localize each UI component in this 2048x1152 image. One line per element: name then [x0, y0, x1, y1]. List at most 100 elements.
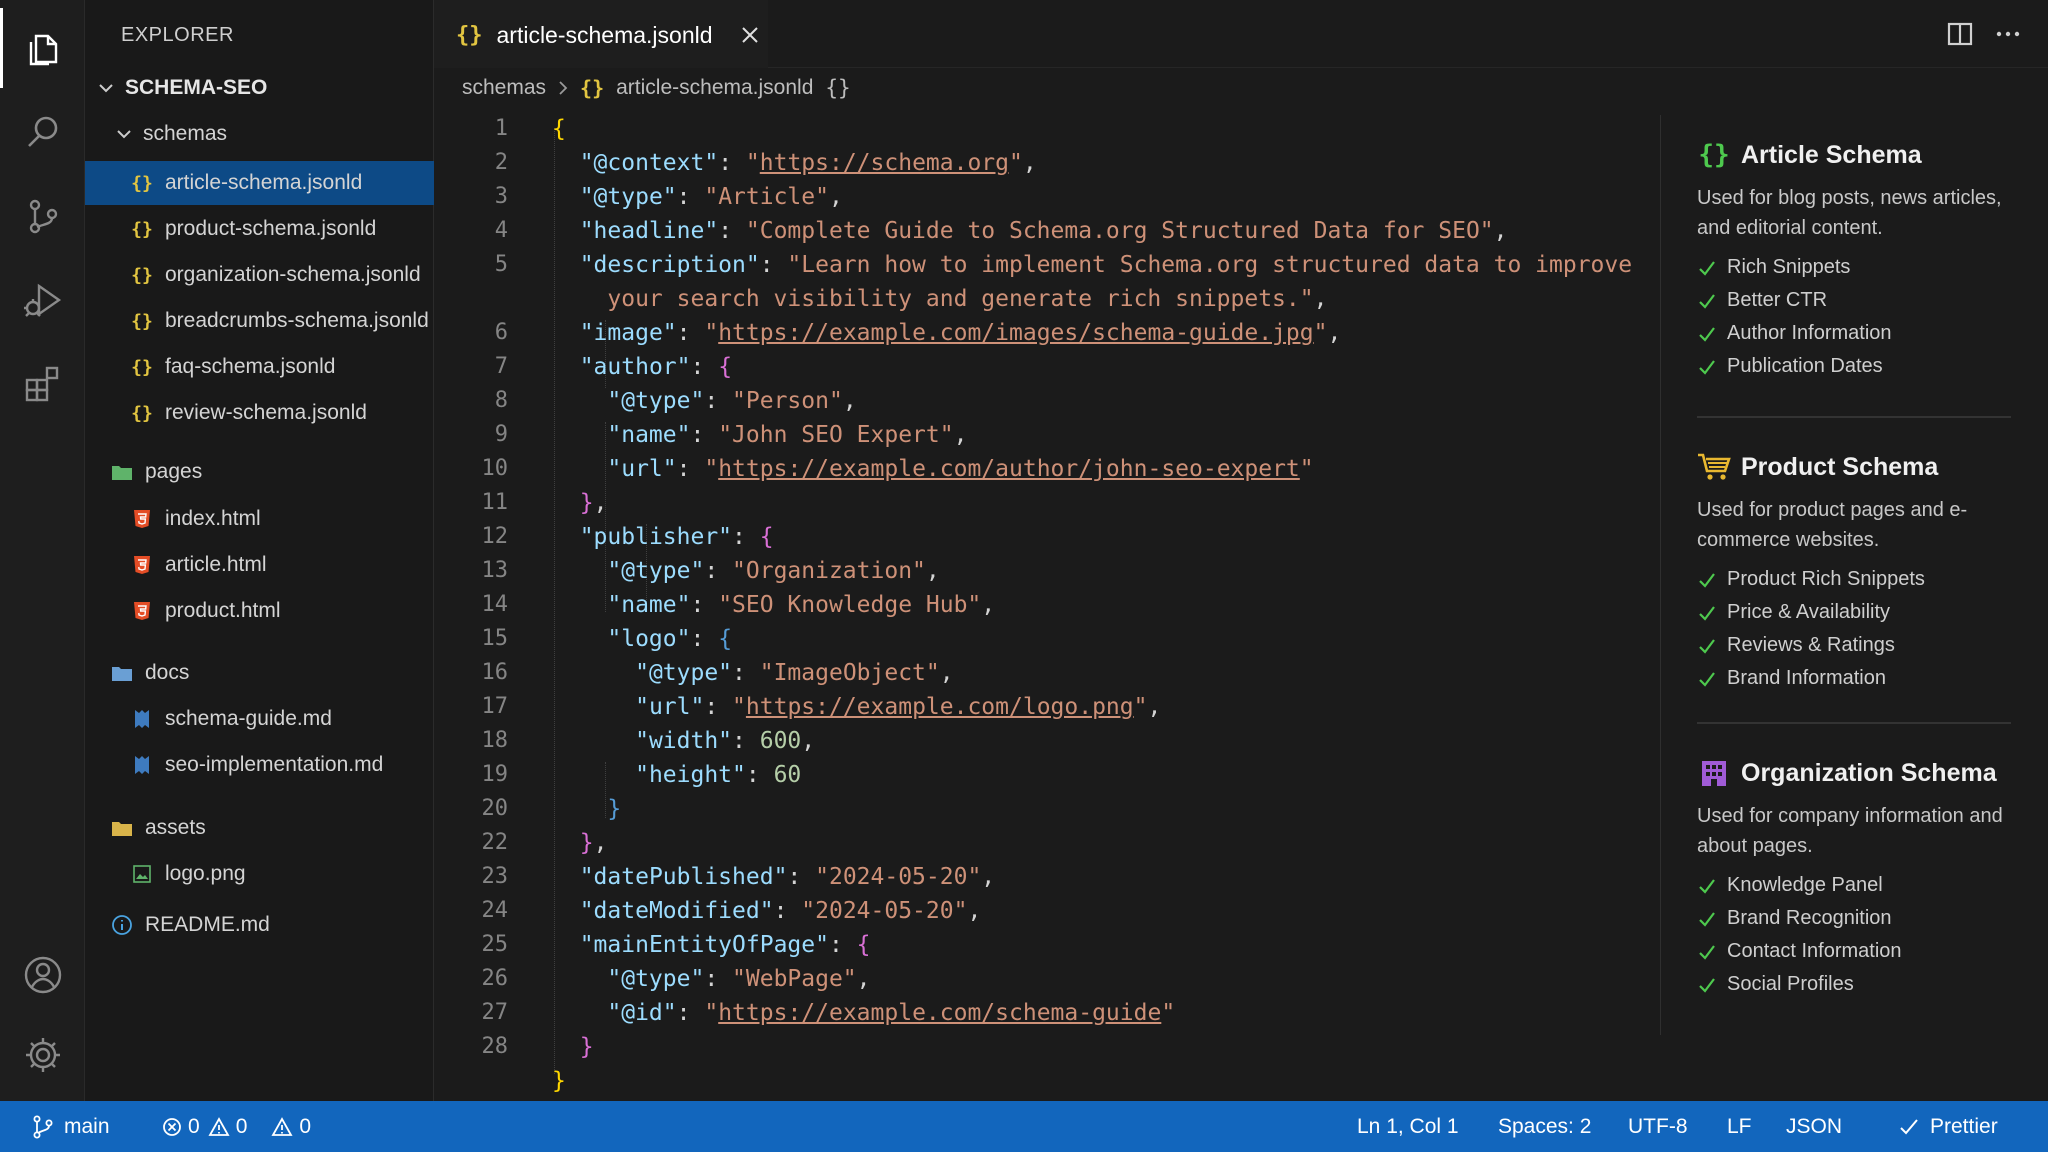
folder-pages[interactable]: pages: [85, 450, 434, 494]
card-article-schema: {} Article Schema Used for blog posts, n…: [1697, 137, 2011, 383]
card-description: Used for product pages and e-commerce we…: [1697, 499, 1968, 551]
explorer-sidebar: EXPLORER SCHEMA-SEO schemas {} article-s…: [85, 0, 434, 1101]
code-line: "@id": "https://example.com/schema-guide…: [607, 1000, 1176, 1026]
file-item-faq-schema[interactable]: {} faq-schema.jsonld: [85, 345, 434, 389]
line-number: 28: [481, 1034, 509, 1059]
prettier-label: Prettier: [1930, 1114, 1998, 1138]
code-line: "dateModified": "2024-05-20",: [579, 898, 982, 924]
split-editor-icon[interactable]: [1944, 18, 1976, 50]
line-number: 25: [481, 932, 509, 957]
file-item-review-schema[interactable]: {} review-schema.jsonld: [85, 391, 434, 435]
close-icon[interactable]: [739, 24, 761, 46]
file-label: index.html: [165, 507, 261, 530]
root-folder[interactable]: SCHEMA-SEO: [85, 66, 434, 110]
feature-item: Better CTR: [1697, 284, 2011, 317]
json-braces-icon: {}: [456, 22, 483, 48]
feature-item: Reviews & Ratings: [1697, 629, 2011, 662]
warning-icon: [208, 1116, 230, 1136]
cursor-position[interactable]: Ln 1, Col 1: [1357, 1101, 1459, 1152]
code-line: "logo": {: [607, 626, 733, 652]
feature-item: Brand Recognition: [1697, 902, 2011, 935]
line-number: 11: [481, 490, 509, 515]
breadcrumb-folder[interactable]: schemas: [462, 76, 546, 100]
code-line: "author": {: [579, 354, 733, 380]
file-item-readme[interactable]: README.md: [85, 903, 434, 947]
breadcrumb-symbol[interactable]: {}: [825, 76, 850, 100]
check-icon: [1699, 911, 1715, 927]
source-control-icon[interactable]: [0, 176, 85, 256]
code-editor[interactable]: 1 2 3 4 5 6 7 8 9 10 11 12 13 14 15 16 17 18 19 20 22 23 24 25 2…: [434, 106, 1659, 1101]
file-item-logo-png[interactable]: logo.png: [85, 852, 434, 896]
line-number: 5: [494, 252, 508, 277]
folder-label: docs: [145, 661, 190, 684]
branch-indicator[interactable]: main: [32, 1101, 110, 1152]
code-line: "publisher": {: [579, 524, 774, 550]
file-label: product-schema.jsonld: [165, 217, 377, 240]
indentation[interactable]: Spaces: 2: [1498, 1101, 1591, 1152]
check-icon: [1699, 977, 1715, 993]
folder-icon: [111, 664, 133, 682]
file-label: organization-schema.jsonld: [165, 263, 421, 286]
html5-icon: [131, 509, 153, 529]
editor-tab-bar: {} article-schema.jsonld: [434, 0, 2048, 68]
file-item-schema-guide-md[interactable]: schema-guide.md: [85, 697, 434, 741]
file-label: logo.png: [165, 862, 246, 885]
line-number: 27: [481, 1000, 509, 1025]
file-item-product-html[interactable]: product.html: [85, 589, 434, 633]
file-item-breadcrumbs-schema[interactable]: {} breadcrumbs-schema.jsonld: [85, 299, 434, 343]
prettier-status[interactable]: Prettier: [1898, 1101, 1998, 1152]
folder-schemas[interactable]: schemas: [85, 112, 434, 156]
settings-gear-icon[interactable]: [0, 1015, 85, 1095]
file-label: faq-schema.jsonld: [165, 355, 336, 378]
tab-article-schema[interactable]: {} article-schema.jsonld: [434, 0, 768, 68]
line-number: 7: [494, 354, 508, 379]
encoding[interactable]: UTF-8: [1628, 1101, 1688, 1152]
line-number: 12: [481, 524, 509, 549]
folder-assets[interactable]: assets: [85, 806, 434, 850]
json-braces-icon: {}: [131, 402, 153, 424]
breadcrumb-file[interactable]: article-schema.jsonld: [616, 76, 813, 100]
problems-indicator[interactable]: 0 0 0: [162, 1101, 311, 1152]
check-icon: [1699, 944, 1715, 960]
folder-docs[interactable]: docs: [85, 651, 434, 695]
file-label: article.html: [165, 553, 267, 576]
file-item-product-schema[interactable]: {} product-schema.jsonld: [85, 207, 434, 251]
line-number: 24: [481, 898, 509, 923]
html5-icon: [131, 555, 153, 575]
card-title: Organization Schema: [1741, 758, 1997, 787]
code-line: "@type": "WebPage",: [607, 966, 871, 992]
file-label: article-schema.jsonld: [165, 171, 363, 194]
code-line: "@type": "Article",: [579, 184, 843, 210]
end-of-line[interactable]: LF: [1727, 1101, 1752, 1152]
code-line: "image": "https://example.com/images/sch…: [579, 320, 1342, 346]
line-number: 17: [481, 694, 509, 719]
line-number: 1: [494, 116, 508, 141]
file-item-article-schema[interactable]: {} article-schema.jsonld: [85, 161, 434, 205]
line-number: 9: [494, 422, 508, 447]
file-item-seo-implementation-md[interactable]: seo-implementation.md: [85, 743, 434, 787]
error-count: 0: [188, 1114, 200, 1138]
line-number: 10: [481, 456, 509, 481]
html5-icon: [131, 601, 153, 621]
explorer-icon[interactable]: [0, 8, 85, 88]
chevron-down-icon: [117, 130, 131, 139]
line-number: 4: [494, 218, 508, 243]
run-debug-icon[interactable]: [0, 260, 85, 340]
feature-item: Author Information: [1697, 317, 2011, 350]
line-number: 18: [481, 728, 509, 753]
card-description: Used for company information and about p…: [1697, 805, 2003, 857]
line-number: 15: [481, 626, 509, 651]
file-item-index-html[interactable]: index.html: [85, 497, 434, 541]
accounts-icon[interactable]: [0, 935, 85, 1015]
code-line: "@type": "ImageObject",: [635, 660, 954, 686]
search-icon[interactable]: [0, 92, 85, 172]
file-item-organization-schema[interactable]: {} organization-schema.jsonld: [85, 253, 434, 297]
language-mode[interactable]: JSON: [1786, 1101, 1842, 1152]
file-label: schema-guide.md: [165, 707, 332, 730]
code-line: {: [552, 116, 566, 142]
file-item-article-html[interactable]: article.html: [85, 543, 434, 587]
check-icon: [1900, 1118, 1918, 1134]
extensions-icon[interactable]: [0, 344, 85, 424]
line-number: 26: [481, 966, 509, 991]
more-actions-icon[interactable]: [1992, 18, 2024, 50]
